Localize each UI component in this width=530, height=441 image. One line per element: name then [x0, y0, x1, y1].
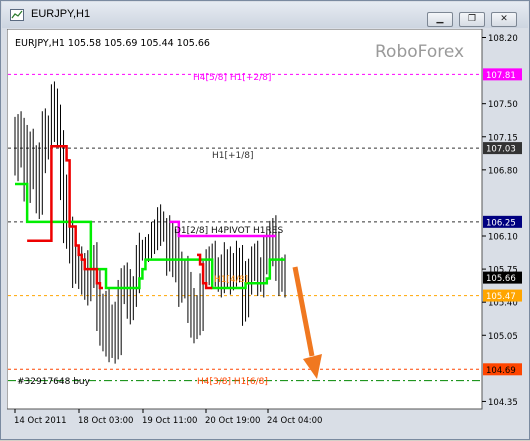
y-tick-label: 107.50 — [488, 100, 518, 110]
x-tick-label: 20 Oct 19:00 — [205, 416, 260, 426]
level-label-h4-3-8: H4[3/8] H1[6/8] — [197, 377, 268, 387]
chart-area[interactable]: 108.20 107.50 107.15 106.80 106.10 105.75 105.… — [6, 28, 527, 437]
minimize-icon: ▁ — [436, 14, 444, 24]
y-tick-label: 106.80 — [488, 166, 518, 176]
x-tick-label: 14 Oct 2011 — [14, 416, 67, 426]
y-tick-label: 106.10 — [488, 233, 518, 243]
chart-window: EURJPY,H1 ▁ ❐ ✕ 108.20 107.50 107.15 106.80… — [0, 0, 530, 440]
chart-app-icon — [10, 9, 24, 21]
level-label-pivot: D1[2/8] H4PIVOT H1RES — [174, 226, 283, 236]
chart-info-line: EURJPY,H1 105.58 105.69 105.44 105.66 — [15, 38, 210, 49]
price-tag-label: 104.69 — [486, 366, 516, 376]
price-chart[interactable]: 108.20107.50107.15106.80106.10105.75105.… — [6, 28, 527, 437]
minimize-button[interactable]: ▁ — [427, 12, 453, 27]
watermark: RoboForex — [375, 42, 464, 62]
y-tick-label: 105.05 — [488, 332, 518, 342]
window-titlebar[interactable]: EURJPY,H1 ▁ ❐ ✕ — [2, 2, 528, 28]
price-tag-label: 107.03 — [486, 145, 516, 155]
plot-background — [6, 28, 483, 410]
window-title: EURJPY,H1 — [31, 8, 91, 20]
price-tag-label: 106.25 — [486, 218, 516, 228]
x-tick-label: 19 Oct 11:00 — [142, 416, 197, 426]
close-button[interactable]: ✕ — [491, 12, 517, 27]
y-tick-label: 108.20 — [488, 34, 518, 44]
x-tick-label: 18 Oct 03:00 — [78, 416, 133, 426]
y-tick-label: 104.35 — [488, 398, 518, 408]
level-label-h1-1-8: H1[+1/8] — [212, 151, 254, 161]
level-label-h4-5-8: H4[5/8] H1[+2/8] — [193, 73, 271, 83]
restore-button[interactable]: ❐ — [459, 12, 485, 27]
price-tag-label: 105.47 — [486, 292, 516, 302]
restore-icon: ❐ — [467, 14, 477, 24]
price-tag-label: 105.66 — [486, 274, 516, 284]
trade-label: #32917648 buy — [17, 377, 91, 387]
close-icon: ✕ — [500, 14, 508, 24]
x-tick-label: 24 Oct 04:00 — [267, 416, 322, 426]
level-label-h1-4-8: H1[4/8] — [214, 275, 248, 285]
y-tick-label: 107.15 — [488, 133, 518, 143]
price-tag-label: 107.81 — [486, 71, 516, 81]
